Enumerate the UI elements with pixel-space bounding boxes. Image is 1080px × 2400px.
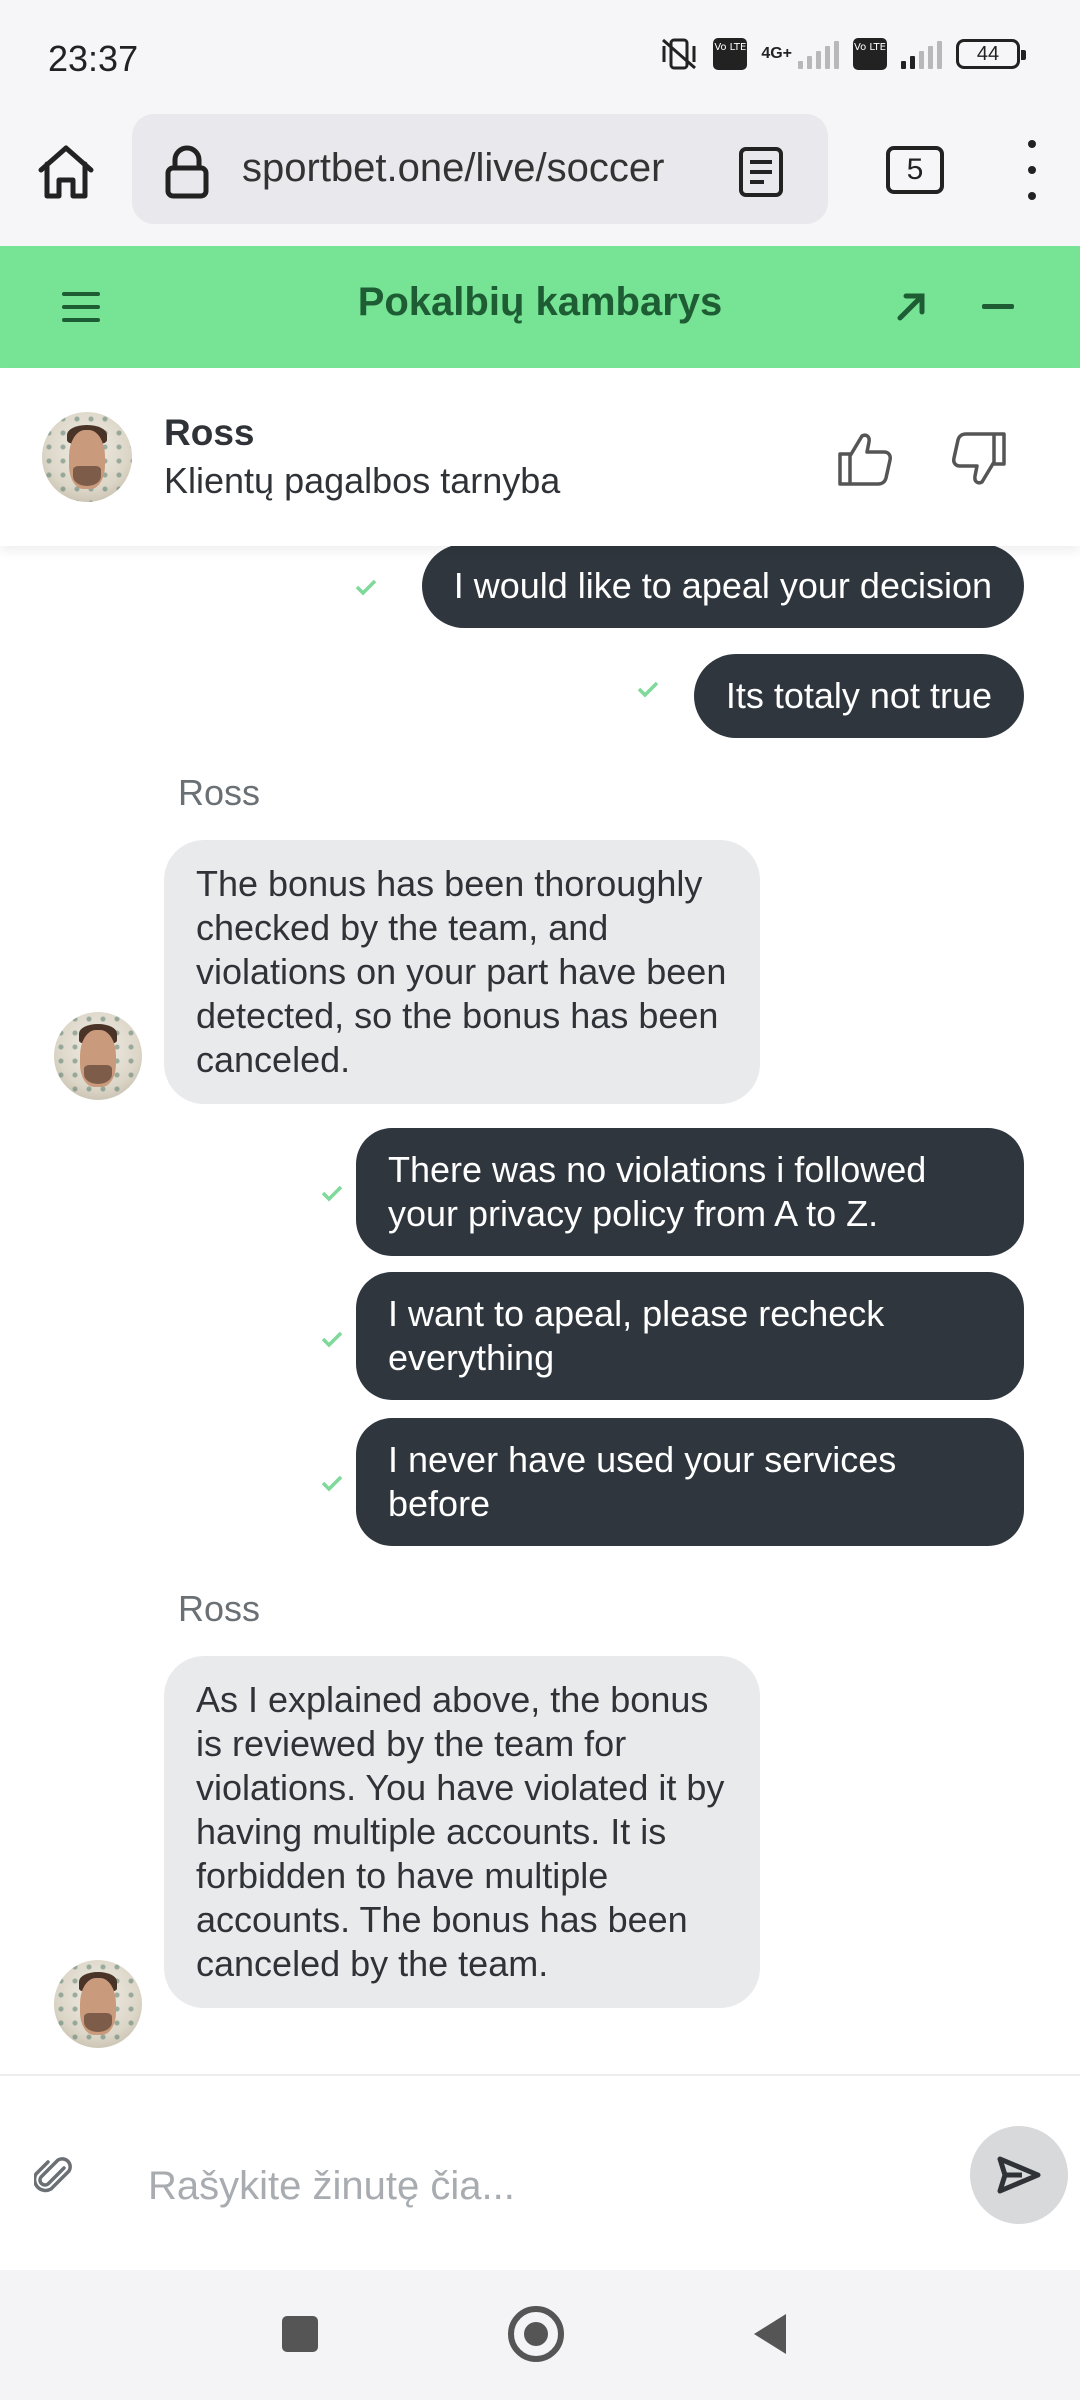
url-text: sportbet.one/live/soccer [242, 146, 665, 190]
message-list[interactable]: I would like to apeal your decision Its … [0, 546, 1080, 2074]
minimize-icon[interactable] [982, 304, 1014, 309]
sent-check-icon [321, 1475, 343, 1492]
status-icons: Vo LTE 4G+ Vo LTE 44 [659, 36, 1026, 72]
incoming-message: As I explained above, the bonus is revie… [164, 1656, 760, 2008]
volte-icon-2: Vo LTE [853, 38, 887, 70]
message-sender-name: Ross [178, 1588, 261, 1629]
outgoing-message: I want to apeal, please recheck everythi… [356, 1272, 1024, 1400]
signal-icon [798, 39, 839, 69]
network-type-label: 4G+ [761, 45, 792, 62]
lock-icon [165, 145, 209, 199]
sent-check-icon [321, 1331, 343, 1348]
send-button[interactable] [970, 2126, 1068, 2224]
thumbs-up-icon[interactable] [836, 430, 894, 488]
sender-avatar [54, 1012, 142, 1100]
sent-check-icon [637, 681, 659, 698]
url-fade [672, 134, 712, 204]
outgoing-message: I never have used your services before [356, 1418, 1024, 1546]
outgoing-message: Its totaly not true [693, 654, 1024, 738]
message-input[interactable] [148, 2156, 928, 2216]
paperclip-icon[interactable] [34, 2154, 74, 2198]
incoming-message: The bonus has been thoroughly checked by… [164, 840, 760, 1104]
browser-toolbar: sportbet.one/live/soccer 5 [0, 112, 1080, 246]
vibrate-off-icon [662, 38, 697, 70]
send-icon [997, 2156, 1041, 2194]
tab-switcher-button[interactable]: 5 [886, 146, 944, 194]
thumbs-down-icon[interactable] [950, 430, 1008, 488]
sent-check-icon [355, 579, 377, 596]
expand-icon[interactable] [890, 284, 934, 328]
agent-bar: Ross Klientų pagalbos tarnyba [0, 368, 1080, 546]
sent-check-icon [321, 1185, 343, 1202]
address-bar[interactable]: sportbet.one/live/soccer [132, 114, 828, 224]
battery-icon: 44 [956, 39, 1026, 69]
message-sender-name: Ross [178, 772, 261, 813]
sender-avatar [54, 1960, 142, 2048]
recent-apps-button[interactable] [282, 2316, 318, 2352]
browser-menu-icon[interactable] [1020, 140, 1044, 200]
chat-header: Pokalbių kambarys [0, 246, 1080, 368]
reader-mode-icon[interactable] [736, 146, 786, 198]
home-icon [38, 145, 94, 199]
agent-name: Ross [164, 412, 255, 453]
message-composer [0, 2074, 1080, 2270]
signal-icon-2 [901, 39, 942, 69]
volte-icon: Vo LTE [713, 38, 748, 70]
outgoing-message: I would like to apeal your decision [421, 546, 1024, 628]
status-time: 23:37 [48, 38, 139, 79]
home-button[interactable] [30, 136, 102, 208]
back-icon[interactable] [750, 2310, 790, 2358]
agent-avatar [42, 412, 132, 502]
home-nav-button[interactable] [508, 2306, 564, 2362]
system-nav-bar [0, 2270, 1080, 2400]
outgoing-message: There was no violations i followed your … [356, 1128, 1024, 1256]
status-bar: 23:37 Vo LTE 4G+ Vo LTE 44 [0, 0, 1080, 112]
agent-role: Klientų pagalbos tarnyba [164, 460, 561, 501]
